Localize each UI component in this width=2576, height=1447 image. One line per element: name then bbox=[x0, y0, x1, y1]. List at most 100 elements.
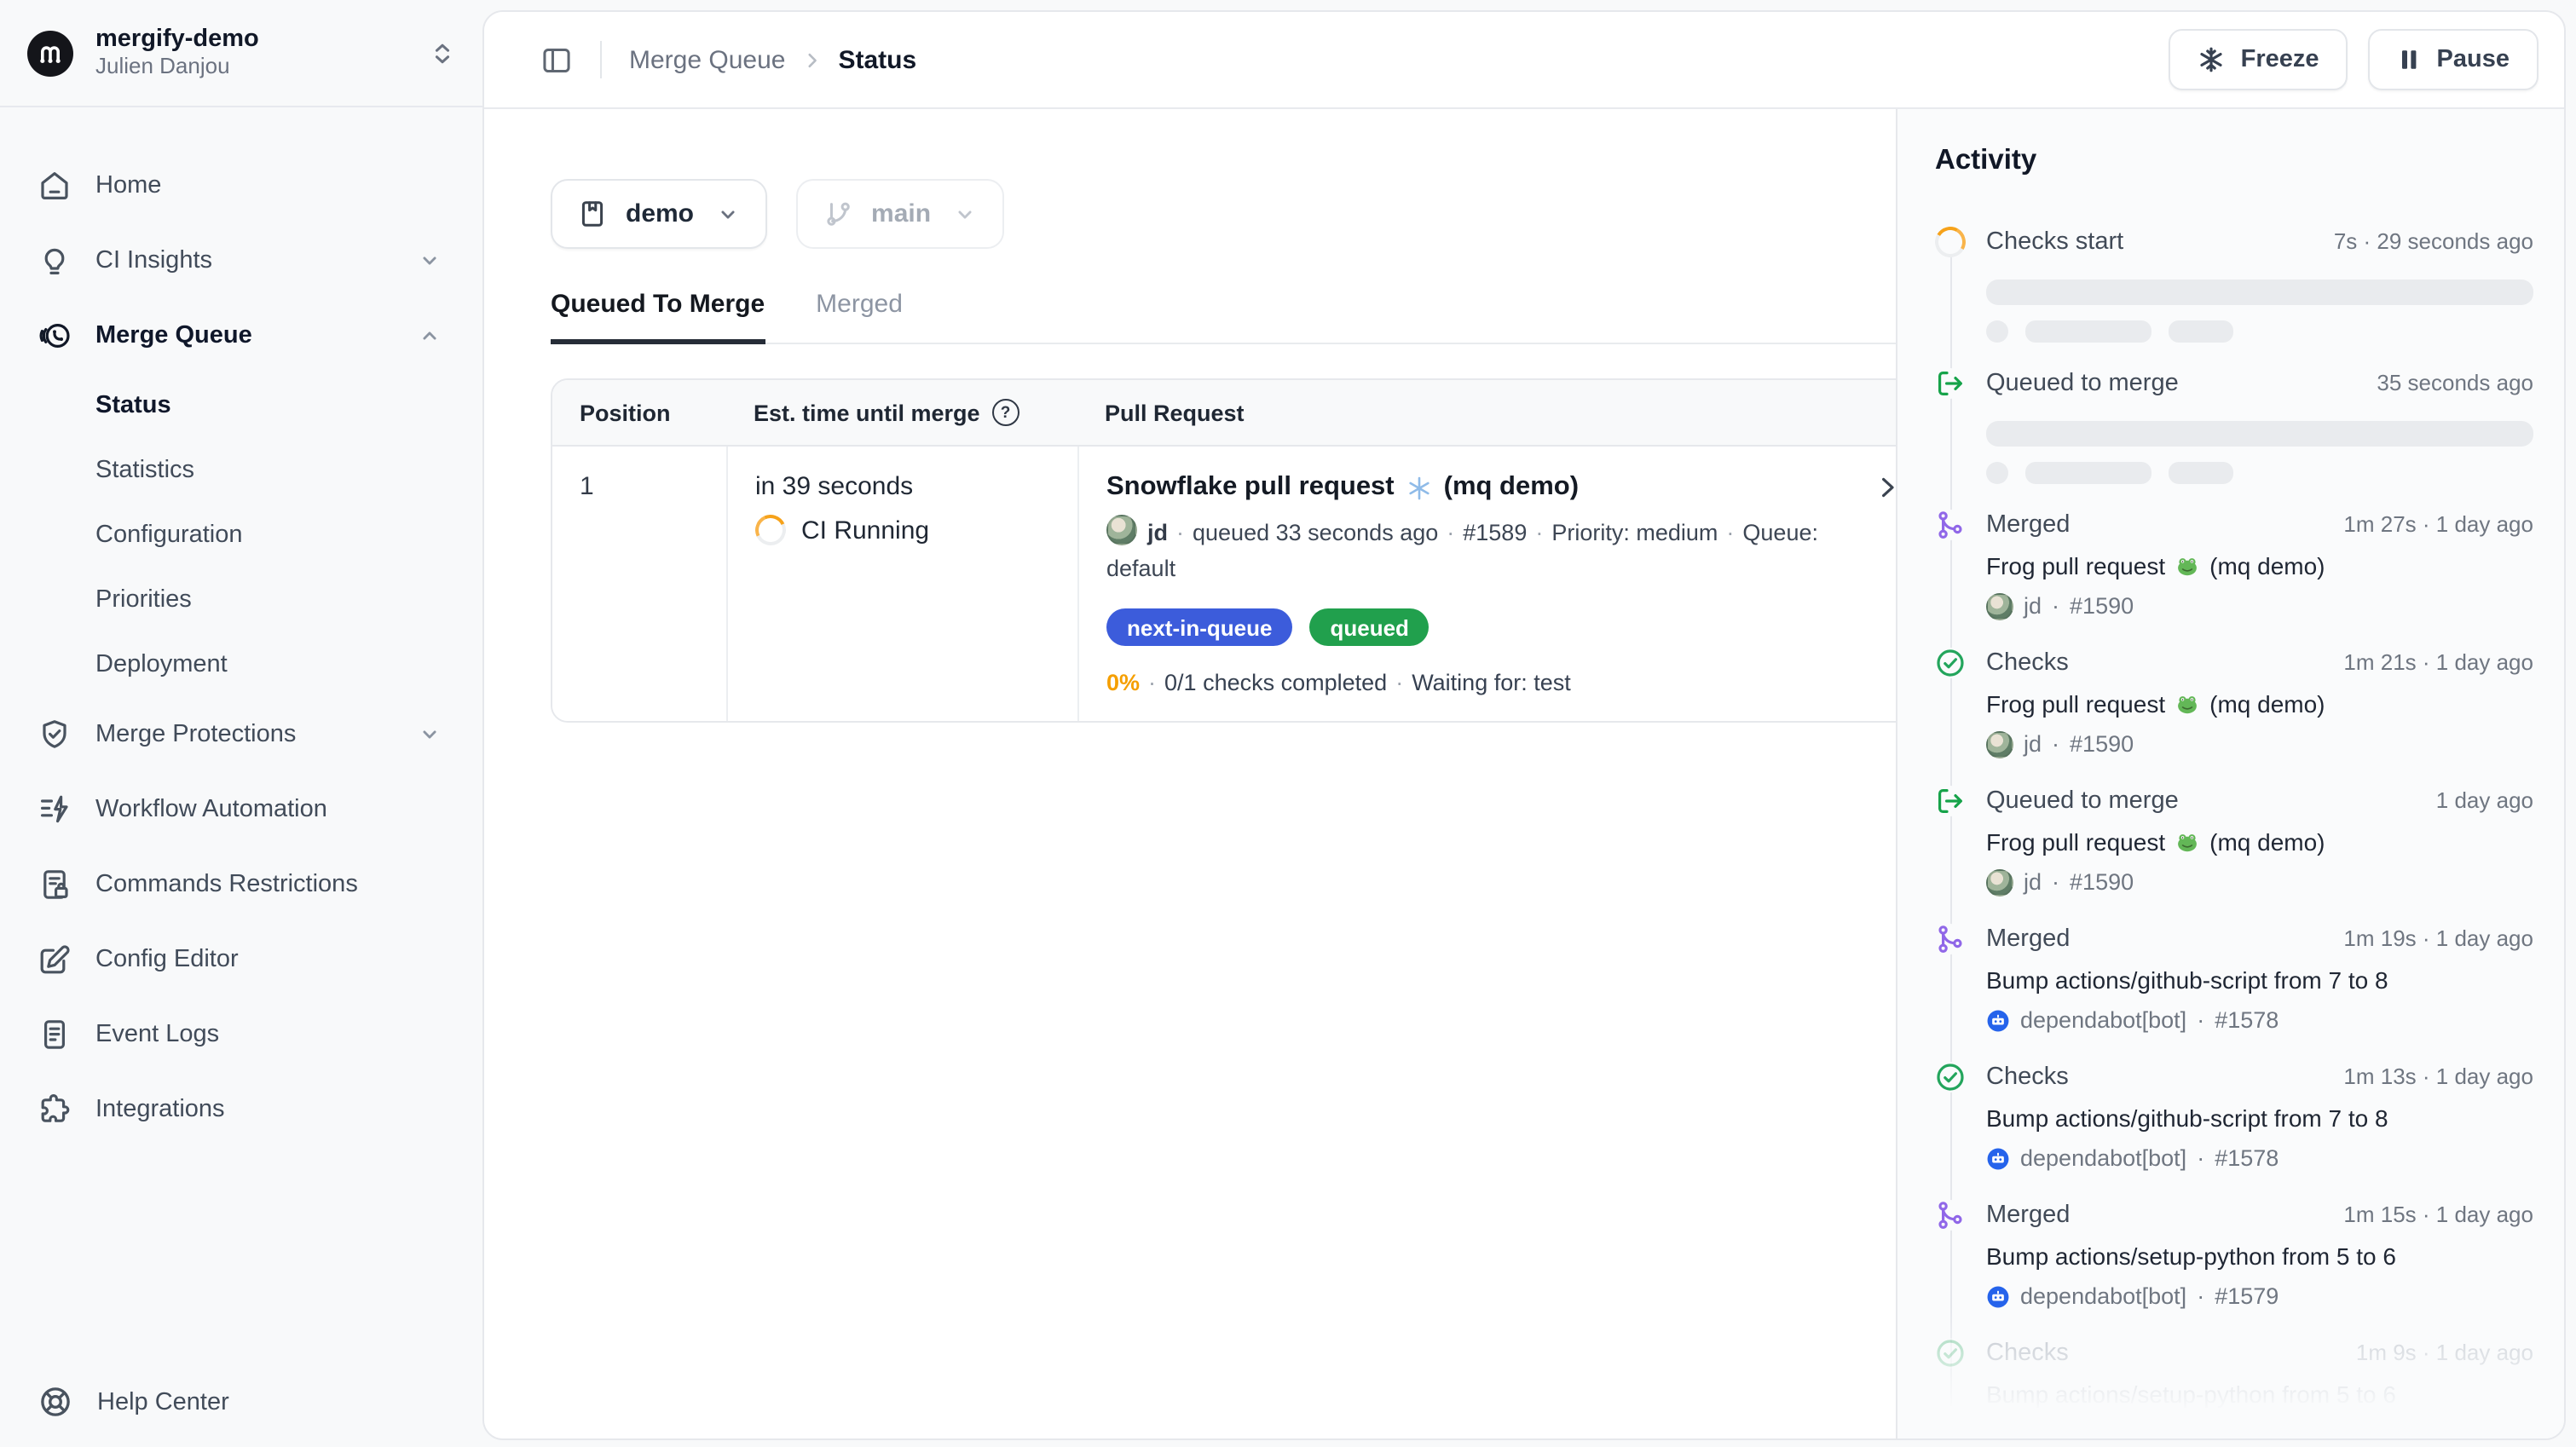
sidebar-item-config-editor[interactable]: Config Editor bbox=[0, 922, 482, 997]
activity-item[interactable]: Checks 1m 9s · 1 day ago Bump actions/se… bbox=[1935, 1336, 2533, 1438]
pr-number: #1589 bbox=[1463, 520, 1527, 545]
top-bar: Merge Queue Status Freeze Pause bbox=[484, 12, 2564, 109]
queue-row[interactable]: 1 in 39 seconds CI Running Snowflake pul bbox=[552, 447, 1925, 721]
avatar bbox=[1106, 515, 1137, 545]
activity-pr-title[interactable]: Bump actions/setup-python from 5 to 6 bbox=[1986, 1239, 2533, 1273]
sidebar-item-deployment[interactable]: Deployment bbox=[0, 632, 482, 697]
activity-pr-title[interactable]: Bump actions/github-script from 7 to 8 bbox=[1986, 1101, 2533, 1135]
org-selector[interactable]: mergify-demo Julien Danjou bbox=[0, 0, 482, 107]
help-center-link[interactable]: Help Center bbox=[38, 1384, 229, 1420]
home-icon bbox=[38, 169, 72, 203]
pr-number: #1590 bbox=[2070, 591, 2134, 622]
repository-select[interactable]: demo bbox=[551, 179, 767, 249]
ci-status: CI Running bbox=[801, 516, 929, 545]
activity-author: dependabot[bot] · #1579 bbox=[1986, 1420, 2533, 1438]
pr-number: #1578 bbox=[2215, 1006, 2279, 1036]
chevron-down-icon bbox=[418, 249, 442, 273]
chevron-down-icon bbox=[716, 202, 740, 226]
sidebar-item-merge-protections[interactable]: Merge Protections bbox=[0, 697, 482, 772]
dependabot-icon bbox=[1986, 1423, 2010, 1438]
lifebuoy-icon bbox=[38, 1384, 73, 1420]
activity-item[interactable]: Queued to merge 1 day ago Frog pull requ… bbox=[1935, 784, 2533, 898]
branch-select[interactable]: main bbox=[796, 179, 1004, 249]
skeleton-bar bbox=[1986, 421, 2533, 447]
sidebar-item-merge-queue[interactable]: Merge Queue bbox=[0, 298, 482, 373]
tab-merged[interactable]: Merged bbox=[816, 290, 903, 343]
sidebar-item-commands-restrictions[interactable]: Commands Restrictions bbox=[0, 847, 482, 922]
activity-item[interactable]: Checks 1m 21s · 1 day ago Frog pull requ… bbox=[1935, 646, 2533, 760]
activity-author: dependabot[bot] · #1578 bbox=[1986, 1144, 2533, 1174]
pause-button[interactable]: Pause bbox=[2369, 29, 2538, 90]
breadcrumb-merge-queue[interactable]: Merge Queue bbox=[629, 45, 785, 74]
lightbulb-icon bbox=[38, 244, 72, 278]
sidebar-item-event-logs[interactable]: Event Logs bbox=[0, 997, 482, 1072]
pr-labels: next-in-queue queued bbox=[1106, 608, 1850, 646]
queue-table: Position Est. time until merge ? Pull Re… bbox=[551, 378, 1926, 723]
divider bbox=[600, 41, 602, 78]
snowflake-emoji bbox=[1406, 475, 1432, 500]
skeleton-bar bbox=[1986, 280, 2533, 305]
pr-priority: Priority: medium bbox=[1551, 520, 1718, 545]
freeze-label: Freeze bbox=[2241, 46, 2319, 73]
file-lock-icon bbox=[38, 868, 72, 902]
sidebar-item-home[interactable]: Home bbox=[0, 148, 482, 223]
help-circle-icon[interactable]: ? bbox=[992, 399, 1019, 426]
activity-pr-title[interactable]: Frog pull request (mq demo) bbox=[1986, 549, 2533, 583]
check-circle-icon bbox=[1935, 1062, 1966, 1092]
queue-tabs: Queued To Merge Merged bbox=[551, 290, 1926, 344]
sidebar-item-label: CI Insights bbox=[95, 247, 212, 274]
header-actions: Freeze Pause bbox=[2169, 29, 2538, 90]
puzzle-icon bbox=[38, 1092, 72, 1127]
sidebar-toggle-icon[interactable] bbox=[540, 43, 573, 76]
activity-pr-title[interactable]: Frog pull request (mq demo) bbox=[1986, 825, 2533, 859]
activity-pr-title[interactable]: Frog pull request (mq demo) bbox=[1986, 687, 2533, 721]
checks-progress: 0% bbox=[1106, 670, 1140, 695]
sidebar-item-label: Event Logs bbox=[95, 1021, 219, 1048]
chevron-up-icon bbox=[418, 324, 442, 348]
repo-branch-toolbar: demo main bbox=[551, 179, 1926, 249]
sidebar-item-ci-insights[interactable]: CI Insights bbox=[0, 223, 482, 298]
activity-item[interactable]: Checks 1m 13s · 1 day ago Bump actions/g… bbox=[1935, 1060, 2533, 1174]
sidebar-item-statistics[interactable]: Statistics bbox=[0, 438, 482, 503]
git-merge-icon bbox=[1935, 1200, 1966, 1231]
sidebar-item-priorities[interactable]: Priorities bbox=[0, 568, 482, 632]
activity-pr-title[interactable]: Bump actions/github-script from 7 to 8 bbox=[1986, 963, 2533, 997]
queued-to-merge-icon bbox=[1935, 368, 1966, 399]
sidebar-item-integrations[interactable]: Integrations bbox=[0, 1072, 482, 1147]
activity-panel: Activity Checks start 7s · 29 seconds ag… bbox=[1896, 107, 2564, 1438]
freeze-button[interactable]: Freeze bbox=[2169, 29, 2348, 90]
pr-number: #1578 bbox=[2215, 1144, 2279, 1174]
activity-item[interactable]: Merged 1m 27s · 1 day ago Frog pull requ… bbox=[1935, 508, 2533, 622]
table-header: Position Est. time until merge ? Pull Re… bbox=[552, 380, 1925, 447]
pr-title[interactable]: Snowflake pull request (mq demo) bbox=[1106, 472, 1850, 503]
activity-item[interactable]: Merged 1m 19s · 1 day ago Bump actions/g… bbox=[1935, 922, 2533, 1036]
sidebar-item-status[interactable]: Status bbox=[0, 373, 482, 438]
chevron-down-icon bbox=[418, 723, 442, 747]
spinner-icon bbox=[1935, 227, 1966, 257]
check-circle-icon bbox=[1935, 1338, 1966, 1369]
sidebar-item-workflow-automation[interactable]: Workflow Automation bbox=[0, 772, 482, 847]
activity-author: jd · #1590 bbox=[1986, 868, 2533, 898]
activity-item[interactable]: Merged 1m 15s · 1 day ago Bump actions/s… bbox=[1935, 1198, 2533, 1312]
queue-position: 1 bbox=[580, 472, 594, 501]
queue-page: demo main bbox=[484, 107, 1966, 1438]
activity-item[interactable]: Queued to merge 35 seconds ago bbox=[1935, 366, 2533, 484]
org-owner: Julien Danjou bbox=[95, 55, 259, 81]
pr-author: jd bbox=[1147, 520, 1168, 545]
chevron-right-icon bbox=[800, 49, 823, 71]
activity-item[interactable]: Checks start 7s · 29 seconds ago bbox=[1935, 225, 2533, 343]
sidebar-item-label: Merge Protections bbox=[95, 721, 296, 748]
git-merge-icon bbox=[1935, 924, 1966, 954]
sidebar-item-label: Commands Restrictions bbox=[95, 871, 358, 898]
sidebar-item-label: Merge Queue bbox=[95, 322, 252, 349]
ci-running-spinner-icon bbox=[751, 510, 790, 550]
activity-pr-title[interactable]: Bump actions/setup-python from 5 to 6 bbox=[1986, 1377, 2533, 1411]
merge-queue-icon bbox=[38, 319, 72, 353]
sidebar-item-configuration[interactable]: Configuration bbox=[0, 503, 482, 568]
sidebar-item-label: Integrations bbox=[95, 1096, 225, 1123]
checks-waiting: Waiting for: test bbox=[1412, 670, 1571, 695]
activity-author: jd · #1590 bbox=[1986, 729, 2533, 760]
tab-queued-to-merge[interactable]: Queued To Merge bbox=[551, 290, 765, 344]
book-icon bbox=[578, 199, 607, 228]
edit-icon bbox=[38, 943, 72, 977]
